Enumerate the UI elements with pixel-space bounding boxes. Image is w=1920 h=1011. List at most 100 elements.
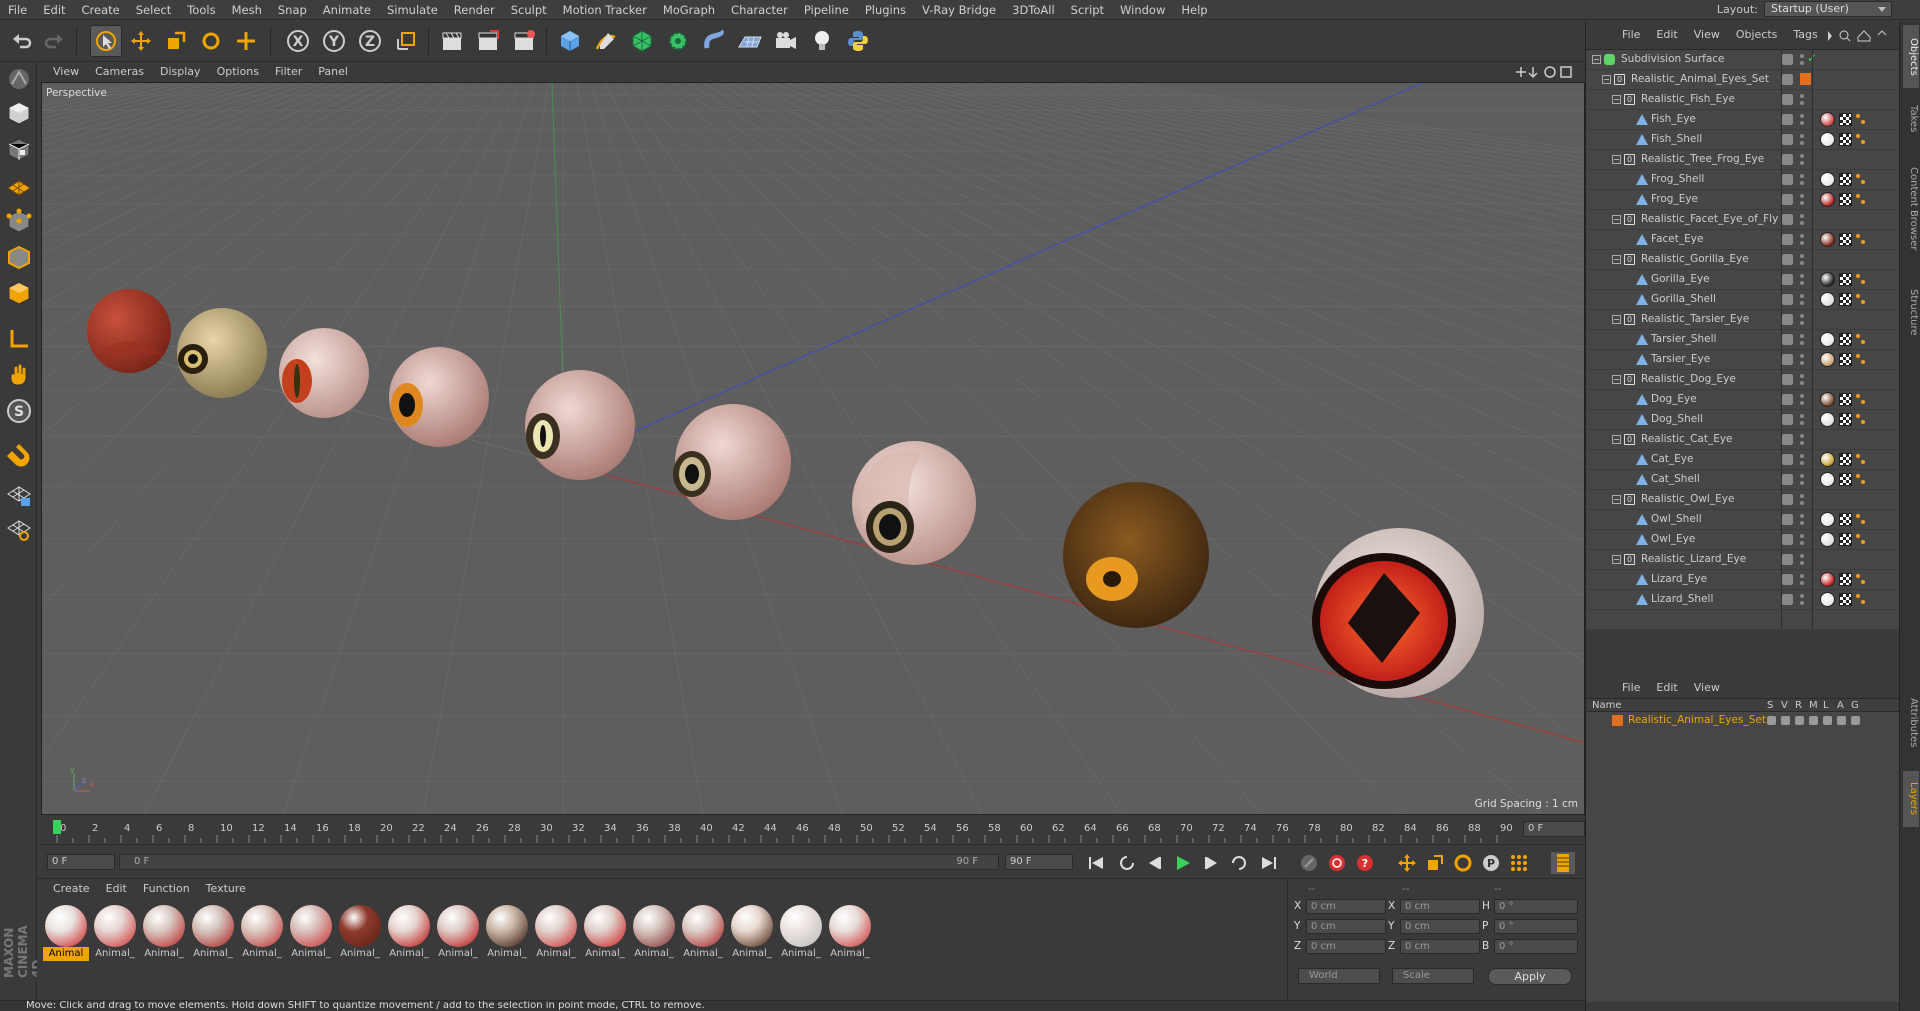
- phong-tag-icon[interactable]: [1856, 474, 1867, 485]
- layer-column-v[interactable]: V: [1781, 699, 1788, 712]
- viewport-menu-cameras[interactable]: Cameras: [87, 62, 152, 82]
- key-parameter-button[interactable]: P: [1479, 852, 1503, 874]
- editor-visibility-dot[interactable]: [1800, 354, 1804, 358]
- object-row[interactable]: Owl_Shell: [1586, 510, 1899, 530]
- viewport-menu-view[interactable]: View: [45, 62, 87, 82]
- material-swatch[interactable]: Animal_: [680, 905, 726, 965]
- texture-tag-icon[interactable]: [1820, 112, 1835, 127]
- side-tab-structure[interactable]: Structure: [1903, 274, 1919, 351]
- object-row[interactable]: Frog_Eye: [1586, 190, 1899, 210]
- position-field[interactable]: 0 cm: [1306, 919, 1386, 934]
- render-visibility-dot[interactable]: [1800, 561, 1804, 565]
- render-visibility-dot[interactable]: [1800, 341, 1804, 345]
- side-tab-attributes[interactable]: Attributes: [1903, 681, 1919, 765]
- editor-visibility-dot[interactable]: [1800, 194, 1804, 198]
- object-row[interactable]: −0 Realistic_Facet_Eye_of_Fly: [1586, 210, 1899, 230]
- expand-toggle-icon[interactable]: −: [1612, 155, 1621, 164]
- render-visibility-dot[interactable]: [1800, 101, 1804, 105]
- polygons-mode-button[interactable]: [4, 278, 34, 308]
- texture-tag-icon[interactable]: [1820, 132, 1835, 147]
- preview-range-slider[interactable]: 0 F 90 F: [119, 854, 999, 870]
- object-row[interactable]: −0 Realistic_Cat_Eye: [1586, 430, 1899, 450]
- editor-visibility-dot[interactable]: [1800, 294, 1804, 298]
- layer-toggle[interactable]: [1782, 594, 1793, 605]
- object-menu-objects[interactable]: Objects: [1728, 25, 1786, 45]
- editor-visibility-dot[interactable]: [1800, 174, 1804, 178]
- material-menu-create[interactable]: Create: [45, 879, 98, 899]
- next-frame-button[interactable]: [1199, 852, 1223, 874]
- uvw-tag-icon[interactable]: [1839, 293, 1852, 306]
- viewport-menu-display[interactable]: Display: [152, 62, 209, 82]
- layer-toggle[interactable]: [1782, 454, 1793, 465]
- editor-visibility-dot[interactable]: [1800, 154, 1804, 158]
- layer-toggle[interactable]: [1782, 514, 1793, 525]
- material-swatch[interactable]: Animal_: [239, 905, 285, 965]
- phong-tag-icon[interactable]: [1856, 294, 1867, 305]
- expand-toggle-icon[interactable]: −: [1612, 255, 1621, 264]
- material-menu-edit[interactable]: Edit: [98, 879, 135, 899]
- object-menu-file[interactable]: File: [1614, 25, 1648, 45]
- y-axis-lock-button[interactable]: Y: [318, 25, 350, 57]
- live-selection-button[interactable]: [90, 25, 122, 57]
- texture-tag-icon[interactable]: [1820, 292, 1835, 307]
- render-visibility-dot[interactable]: [1800, 321, 1804, 325]
- object-row[interactable]: −0 Realistic_Tarsier_Eye: [1586, 310, 1899, 330]
- go-to-end-button[interactable]: [1257, 852, 1281, 874]
- menu-mograph[interactable]: MoGraph: [655, 0, 723, 20]
- expand-toggle-icon[interactable]: −: [1612, 315, 1621, 324]
- uvw-tag-icon[interactable]: [1839, 573, 1852, 586]
- editor-visibility-dot[interactable]: [1800, 334, 1804, 338]
- axis-mode-button[interactable]: [4, 324, 34, 354]
- viewport-menu-panel[interactable]: Panel: [310, 62, 356, 82]
- phong-tag-icon[interactable]: [1856, 234, 1867, 245]
- texture-tag-icon[interactable]: [1820, 472, 1835, 487]
- texture-tag-icon[interactable]: [1820, 452, 1835, 467]
- layer-toggle[interactable]: [1782, 254, 1793, 265]
- texture-tag-icon[interactable]: [1820, 272, 1835, 287]
- material-menu-texture[interactable]: Texture: [198, 879, 254, 899]
- material-swatch[interactable]: Animal_: [92, 905, 138, 965]
- object-row[interactable]: Gorilla_Shell: [1586, 290, 1899, 310]
- uvw-tag-icon[interactable]: [1839, 233, 1852, 246]
- current-frame-field[interactable]: 0 F: [1523, 821, 1585, 837]
- camera-button[interactable]: [770, 25, 802, 57]
- previous-key-button[interactable]: [1115, 852, 1139, 874]
- object-row[interactable]: Dog_Eye: [1586, 390, 1899, 410]
- play-button[interactable]: [1171, 852, 1195, 874]
- phong-tag-icon[interactable]: [1856, 514, 1867, 525]
- autokey-button[interactable]: [1325, 852, 1349, 874]
- subdivision-surface-button[interactable]: [626, 25, 658, 57]
- editor-visibility-dot[interactable]: [1800, 114, 1804, 118]
- layer-toggle[interactable]: [1782, 54, 1793, 65]
- phong-tag-icon[interactable]: [1856, 194, 1867, 205]
- render-visibility-dot[interactable]: [1800, 241, 1804, 245]
- layer-menu-file[interactable]: File: [1614, 678, 1648, 698]
- uvw-tag-icon[interactable]: [1839, 453, 1852, 466]
- expand-toggle-icon[interactable]: −: [1612, 215, 1621, 224]
- eye-8[interactable]: [1063, 482, 1209, 628]
- uvw-tag-icon[interactable]: [1839, 333, 1852, 346]
- uvw-tag-icon[interactable]: [1839, 113, 1852, 126]
- layer-toggle[interactable]: [1782, 94, 1793, 105]
- object-row[interactable]: Lizard_Shell: [1586, 590, 1899, 610]
- texture-tag-icon[interactable]: [1820, 232, 1835, 247]
- snapping-button[interactable]: S: [4, 396, 34, 426]
- editor-visibility-dot[interactable]: [1800, 434, 1804, 438]
- layer-toggle[interactable]: [1782, 554, 1793, 565]
- key-rotation-button[interactable]: [1451, 852, 1475, 874]
- texture-tag-icon[interactable]: [1820, 332, 1835, 347]
- object-row[interactable]: −0 Realistic_Owl_Eye: [1586, 490, 1899, 510]
- menu-motion-tracker[interactable]: Motion Tracker: [555, 0, 655, 20]
- editor-visibility-dot[interactable]: [1800, 274, 1804, 278]
- rotation-field[interactable]: 0 °: [1494, 939, 1578, 954]
- timeline-ruler[interactable]: 0 2 4 6 8 10 12 14 16 18 20 22 24 26 28 30 32 34 36 38 40 42 4…: [41, 817, 1585, 845]
- texture-tag-icon[interactable]: [1820, 352, 1835, 367]
- texture-tag-icon[interactable]: [1820, 192, 1835, 207]
- record-active-button[interactable]: [1297, 852, 1321, 874]
- uvw-tag-icon[interactable]: [1839, 273, 1852, 286]
- object-row[interactable]: −0 Realistic_Animal_Eyes_Set: [1586, 70, 1899, 90]
- uvw-tag-icon[interactable]: [1839, 473, 1852, 486]
- layer-flag-icon[interactable]: [1823, 716, 1832, 725]
- menu-simulate[interactable]: Simulate: [379, 0, 446, 20]
- apply-button[interactable]: Apply: [1488, 968, 1572, 985]
